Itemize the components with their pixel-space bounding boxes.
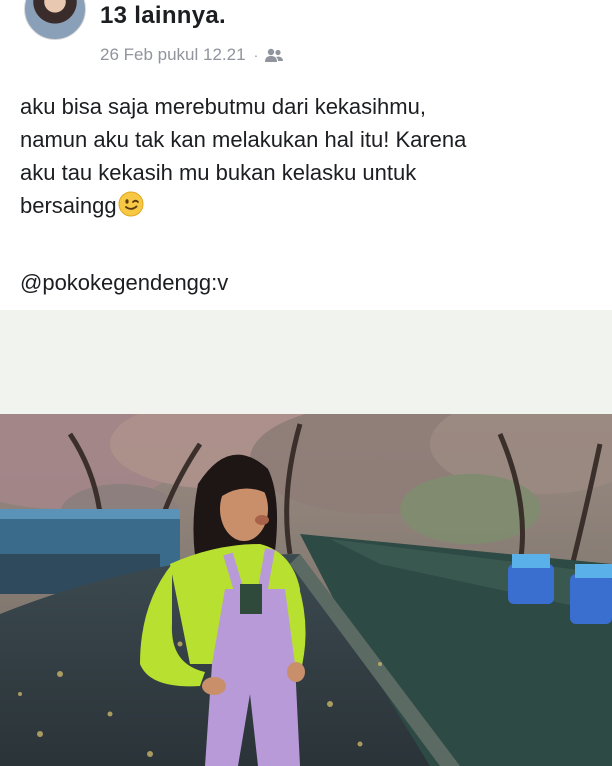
- post-text: aku bisa saja merebutmu dari kekasihmu, …: [20, 90, 590, 222]
- post-meta: 26 Feb pukul 12.21 ·: [100, 43, 284, 67]
- meta-separator: ·: [253, 47, 259, 63]
- post-card: 13 lainnya. 26 Feb pukul 12.21 · aku bis…: [0, 0, 612, 310]
- post-text-body: aku bisa saja merebutmu dari kekasihmu, …: [20, 94, 467, 218]
- friends-icon[interactable]: [264, 47, 284, 63]
- post-mention[interactable]: @pokokegendengg:v: [20, 266, 228, 299]
- avatar[interactable]: [24, 0, 86, 40]
- post-timestamp[interactable]: 26 Feb pukul 12.21: [100, 45, 246, 65]
- author-line[interactable]: 13 lainnya.: [100, 2, 226, 30]
- content-separator: [0, 310, 612, 414]
- post-photo[interactable]: [0, 414, 612, 766]
- winking-face-emoji: [118, 191, 144, 217]
